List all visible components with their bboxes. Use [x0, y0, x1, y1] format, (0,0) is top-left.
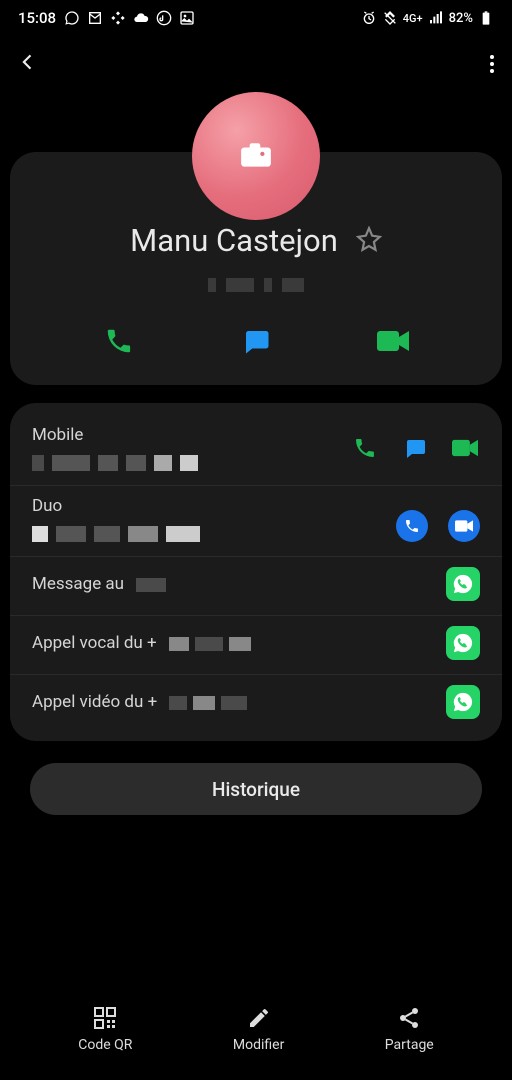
contact-subtitle-redacted — [10, 273, 502, 297]
whatsapp-video-row[interactable]: Appel vidéo du + — [10, 675, 502, 733]
pencil-icon — [246, 1005, 272, 1031]
network-type: 4G+ — [403, 12, 423, 25]
mail-icon — [87, 10, 103, 26]
music-icon — [156, 10, 172, 26]
duo-row[interactable]: Duo — [10, 486, 502, 557]
vibrate-icon — [382, 10, 398, 26]
wa-voice-label: Appel vocal du + — [32, 633, 157, 653]
share-button[interactable]: Partage — [385, 1005, 434, 1053]
camera-icon — [239, 142, 273, 170]
whatsapp-voice-row[interactable]: Appel vocal du + — [10, 616, 502, 675]
video-button[interactable] — [375, 323, 411, 359]
battery-percent: 82% — [449, 11, 473, 26]
back-button[interactable] — [18, 49, 38, 79]
whatsapp-icon — [64, 10, 80, 26]
image-icon — [179, 10, 195, 26]
mobile-video-button[interactable] — [450, 433, 480, 463]
message-button[interactable] — [238, 323, 274, 359]
share-label: Partage — [385, 1037, 434, 1053]
whatsapp-message-row[interactable]: Message au — [10, 557, 502, 616]
qr-label: Code QR — [78, 1037, 132, 1053]
status-time: 15:08 — [18, 9, 56, 27]
history-button-label: Historique — [212, 778, 300, 801]
photos-icon — [110, 10, 126, 26]
wa-video-label: Appel vidéo du + — [32, 692, 157, 712]
status-bar: 15:08 4G+ 82% — [0, 0, 512, 36]
more-options-button[interactable] — [490, 52, 494, 76]
qr-icon — [92, 1005, 118, 1031]
bottom-nav: Code QR Modifier Partage — [0, 990, 512, 1080]
signal-icon — [428, 10, 444, 26]
whatsapp-video-button[interactable] — [446, 685, 480, 719]
wa-video-number-redacted — [169, 696, 247, 710]
wa-message-number-redacted — [136, 578, 166, 592]
wa-message-label: Message au — [32, 574, 124, 594]
top-bar — [0, 36, 512, 92]
battery-icon — [478, 10, 494, 26]
edit-button[interactable]: Modifier — [233, 1005, 284, 1053]
wa-voice-number-redacted — [169, 637, 251, 651]
alarm-icon — [361, 10, 377, 26]
duo-voice-button[interactable] — [396, 510, 428, 542]
whatsapp-voice-button[interactable] — [446, 626, 480, 660]
whatsapp-message-button[interactable] — [446, 567, 480, 601]
history-button[interactable]: Historique — [30, 763, 482, 815]
share-icon — [396, 1005, 422, 1031]
contact-name: Manu Castejon — [130, 222, 338, 259]
mobile-message-button[interactable] — [400, 433, 430, 463]
duo-video-button[interactable] — [448, 510, 480, 542]
contact-details-card: Mobile Duo Message au — [10, 403, 502, 741]
favorite-button[interactable] — [356, 226, 382, 256]
contact-avatar[interactable] — [192, 92, 320, 220]
status-notification-icons — [64, 10, 195, 26]
qr-code-button[interactable]: Code QR — [78, 1005, 132, 1053]
edit-label: Modifier — [233, 1037, 284, 1053]
call-button[interactable] — [101, 323, 137, 359]
mobile-row[interactable]: Mobile — [10, 415, 502, 486]
mobile-call-button[interactable] — [350, 433, 380, 463]
cloud-icon — [133, 10, 149, 26]
